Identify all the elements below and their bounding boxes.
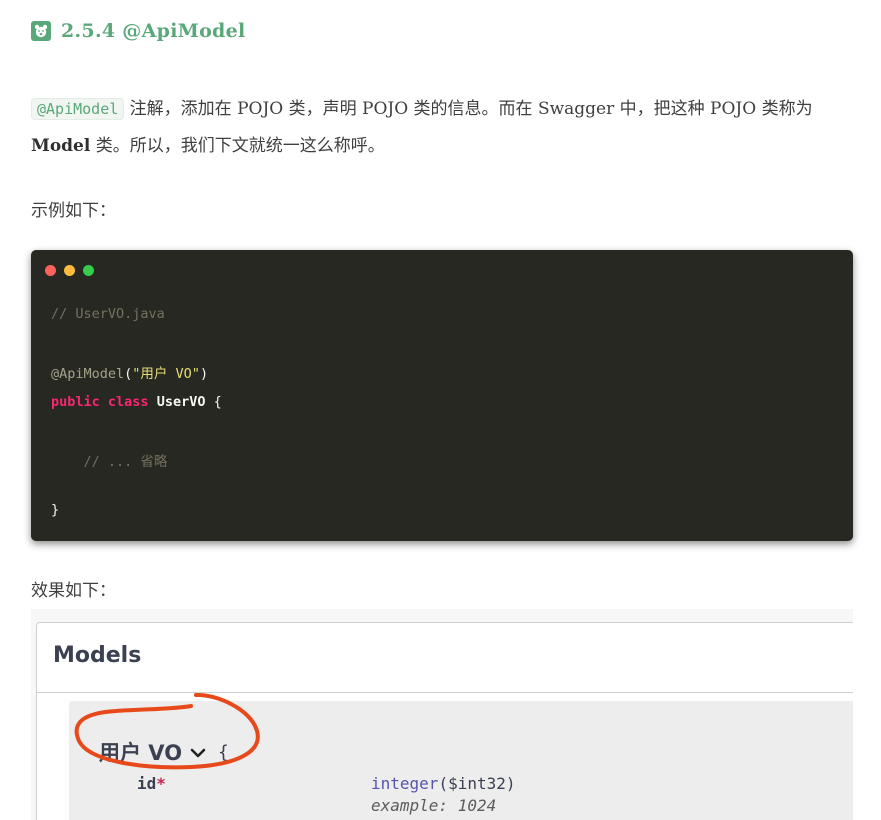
- code-paren-close: ): [199, 366, 209, 382]
- code-annotation-line: @ApiModel("用户 VO"): [51, 362, 208, 382]
- open-brace: {: [218, 741, 229, 763]
- code-body-comment: // ... 省略: [51, 454, 168, 470]
- code-open-brace: {: [205, 394, 222, 410]
- close-dot: [45, 265, 56, 276]
- maximize-dot: [83, 265, 94, 276]
- property-id: id: [137, 774, 157, 793]
- model-card[interactable]: 用户 VO { id* integer($int32) example: 102…: [69, 701, 853, 820]
- code-block[interactable]: // UserVO.java @ApiModel("用户 VO") public…: [31, 250, 853, 541]
- swagger-screenshot: Models 用户 VO { id* integer($int32) examp…: [31, 609, 853, 820]
- inline-code: @ApiModel: [31, 98, 125, 120]
- property-example: example: 1024: [371, 796, 497, 815]
- effect-label: 效果如下：: [31, 581, 116, 601]
- intro-paragraph: @ApiModel 注解，添加在 POJO 类，声明 POJO 类的信息。而在 …: [31, 91, 851, 165]
- model-name-row[interactable]: 用户 VO {: [99, 737, 229, 767]
- intro-text-1: 注解，添加在 POJO 类，声明 POJO 类的信息。而在 Swagger 中，…: [124, 99, 813, 119]
- code-comment: // UserVO.java: [51, 306, 165, 322]
- code-keyword-class: class: [107, 394, 149, 410]
- minimize-dot: [64, 265, 75, 276]
- models-divider: [37, 692, 853, 693]
- property-type-name: integer: [371, 774, 439, 793]
- property-type: integer($int32): [371, 774, 516, 793]
- intro-bold: Model: [31, 136, 91, 156]
- models-section: Models 用户 VO { id* integer($int32) examp…: [36, 622, 853, 820]
- code-close-brace: }: [51, 502, 60, 518]
- models-title[interactable]: Models: [53, 643, 141, 668]
- code-string: "用户 VO": [132, 366, 200, 382]
- required-mark: *: [156, 774, 166, 793]
- code-class-line: public class UserVO {: [51, 394, 222, 410]
- model-name[interactable]: 用户 VO: [99, 737, 182, 767]
- intro-text-2: 类。所以，我们下文就统一这么称呼。: [90, 136, 385, 156]
- code-annotation: @ApiModel: [51, 366, 125, 382]
- bear-icon: [31, 21, 51, 41]
- property-format: ($int32): [438, 774, 516, 793]
- property-name: id*: [137, 774, 166, 793]
- section-title: 2.5.4 @ApiModel: [61, 20, 246, 42]
- code-keyword-public: public: [51, 394, 100, 410]
- window-dots: [45, 265, 94, 276]
- code-class-name: UserVO: [156, 394, 206, 410]
- chevron-down-icon[interactable]: [190, 740, 206, 764]
- example-label: 示例如下：: [31, 201, 116, 221]
- section-heading: 2.5.4 @ApiModel: [31, 20, 246, 42]
